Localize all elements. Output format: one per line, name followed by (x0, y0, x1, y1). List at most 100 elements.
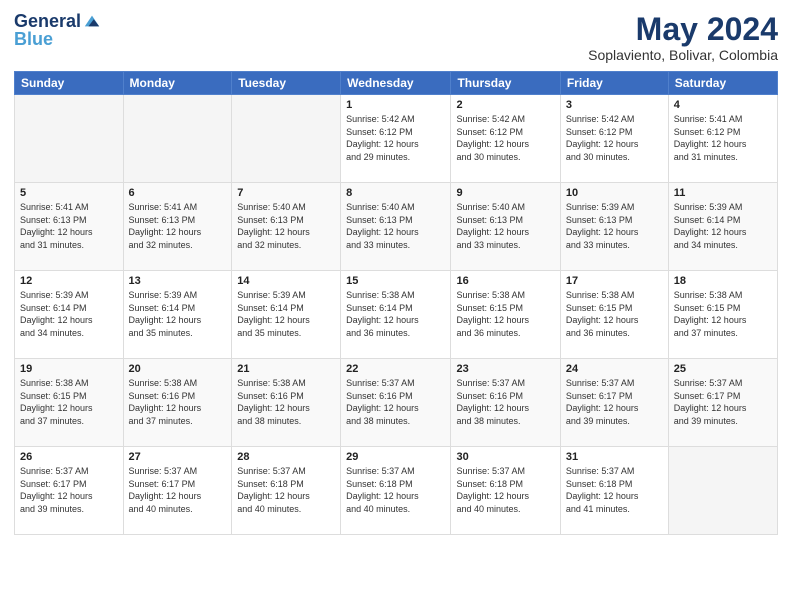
cell-w2-d2: 14 Sunrise: 5:39 AM Sunset: 6:14 PM Dayli… (232, 271, 341, 359)
day-num-2: 2 (456, 99, 554, 111)
calendar: Sunday Monday Tuesday Wednesday Thursday… (14, 71, 778, 535)
day-info-26: Sunrise: 5:37 AM Sunset: 6:17 PM Dayligh… (20, 465, 118, 515)
cell-w1-d6: 11 Sunrise: 5:39 AM Sunset: 6:14 PM Dayli… (668, 183, 777, 271)
day-info-8: Sunrise: 5:40 AM Sunset: 6:13 PM Dayligh… (346, 201, 445, 251)
day-num-1: 1 (346, 99, 445, 111)
day-info-4: Sunrise: 5:41 AM Sunset: 6:12 PM Dayligh… (674, 113, 772, 163)
cell-w4-d3: 29 Sunrise: 5:37 AM Sunset: 6:18 PM Dayli… (341, 447, 451, 535)
cell-w2-d3: 15Sunrise: 5:38 AM Sunset: 6:14 PM Dayli… (341, 271, 451, 359)
day-num-17: 17 (566, 275, 663, 287)
day-num-9: 9 (456, 187, 554, 199)
day-num-31: 31 (566, 451, 663, 463)
col-tuesday: Tuesday (232, 72, 341, 95)
cell-w2-d4: 16Sunrise: 5:38 AM Sunset: 6:15 PM Dayli… (451, 271, 560, 359)
main-title: May 2024 (588, 12, 778, 47)
day-info-17: Sunrise: 5:38 AM Sunset: 6:15 PM Dayligh… (566, 289, 663, 339)
day-info-15: Sunrise: 5:38 AM Sunset: 6:14 PM Dayligh… (346, 289, 445, 339)
day-num-19: 19 (20, 363, 118, 375)
title-block: May 2024 Soplaviento, Bolivar, Colombia (588, 12, 778, 63)
cell-w0-d1 (123, 95, 232, 183)
day-info-5: Sunrise: 5:41 AM Sunset: 6:13 PM Dayligh… (20, 201, 118, 251)
day-info-12: Sunrise: 5:39 AM Sunset: 6:14 PM Dayligh… (20, 289, 118, 339)
day-num-8: 8 (346, 187, 445, 199)
cell-w4-d0: 26 Sunrise: 5:37 AM Sunset: 6:17 PM Dayli… (15, 447, 124, 535)
day-info-20: Sunrise: 5:38 AM Sunset: 6:16 PM Dayligh… (129, 377, 227, 427)
day-num-30: 30 (456, 451, 554, 463)
calendar-header-row: Sunday Monday Tuesday Wednesday Thursday… (15, 72, 778, 95)
logo-text: General (14, 12, 81, 30)
subtitle: Soplaviento, Bolivar, Colombia (588, 47, 778, 63)
cell-w3-d0: 19 Sunrise: 5:38 AM Sunset: 6:15 PM Dayli… (15, 359, 124, 447)
day-info-6: Sunrise: 5:41 AM Sunset: 6:13 PM Dayligh… (129, 201, 227, 251)
col-friday: Friday (560, 72, 668, 95)
cell-w0-d4: 2 Sunrise: 5:42 AM Sunset: 6:12 PM Daylig… (451, 95, 560, 183)
day-info-25: Sunrise: 5:37 AM Sunset: 6:17 PM Dayligh… (674, 377, 772, 427)
cell-w0-d3: 1 Sunrise: 5:42 AM Sunset: 6:12 PM Daylig… (341, 95, 451, 183)
week-row-2: 12 Sunrise: 5:39 AM Sunset: 6:14 PM Dayli… (15, 271, 778, 359)
logo-icon (83, 12, 101, 30)
cell-w0-d6: 4Sunrise: 5:41 AM Sunset: 6:12 PM Daylig… (668, 95, 777, 183)
day-info-7: Sunrise: 5:40 AM Sunset: 6:13 PM Dayligh… (237, 201, 335, 251)
cell-w1-d5: 10Sunrise: 5:39 AM Sunset: 6:13 PM Dayli… (560, 183, 668, 271)
cell-w3-d2: 21 Sunrise: 5:38 AM Sunset: 6:16 PM Dayli… (232, 359, 341, 447)
day-num-26: 26 (20, 451, 118, 463)
day-num-6: 6 (129, 187, 227, 199)
week-row-3: 19 Sunrise: 5:38 AM Sunset: 6:15 PM Dayli… (15, 359, 778, 447)
week-row-1: 5Sunrise: 5:41 AM Sunset: 6:13 PM Daylig… (15, 183, 778, 271)
day-num-3: 3 (566, 99, 663, 111)
cell-w1-d1: 6 Sunrise: 5:41 AM Sunset: 6:13 PM Daylig… (123, 183, 232, 271)
header: General Blue May 2024 Soplaviento, Boliv… (14, 12, 778, 63)
cell-w3-d6: 25 Sunrise: 5:37 AM Sunset: 6:17 PM Dayli… (668, 359, 777, 447)
day-info-31: Sunrise: 5:37 AM Sunset: 6:18 PM Dayligh… (566, 465, 663, 515)
day-num-11: 11 (674, 187, 772, 199)
cell-w2-d0: 12 Sunrise: 5:39 AM Sunset: 6:14 PM Dayli… (15, 271, 124, 359)
day-num-20: 20 (129, 363, 227, 375)
cell-w2-d6: 18 Sunrise: 5:38 AM Sunset: 6:15 PM Dayli… (668, 271, 777, 359)
day-info-21: Sunrise: 5:38 AM Sunset: 6:16 PM Dayligh… (237, 377, 335, 427)
day-num-7: 7 (237, 187, 335, 199)
day-num-21: 21 (237, 363, 335, 375)
cell-w1-d0: 5Sunrise: 5:41 AM Sunset: 6:13 PM Daylig… (15, 183, 124, 271)
cell-w4-d2: 28 Sunrise: 5:37 AM Sunset: 6:18 PM Dayli… (232, 447, 341, 535)
day-num-27: 27 (129, 451, 227, 463)
cell-w4-d1: 27Sunrise: 5:37 AM Sunset: 6:17 PM Dayli… (123, 447, 232, 535)
cell-w1-d2: 7 Sunrise: 5:40 AM Sunset: 6:13 PM Daylig… (232, 183, 341, 271)
day-num-13: 13 (129, 275, 227, 287)
day-info-29: Sunrise: 5:37 AM Sunset: 6:18 PM Dayligh… (346, 465, 445, 515)
day-num-22: 22 (346, 363, 445, 375)
day-info-30: Sunrise: 5:37 AM Sunset: 6:18 PM Dayligh… (456, 465, 554, 515)
day-num-18: 18 (674, 275, 772, 287)
cell-w2-d5: 17 Sunrise: 5:38 AM Sunset: 6:15 PM Dayli… (560, 271, 668, 359)
day-num-14: 14 (237, 275, 335, 287)
day-num-25: 25 (674, 363, 772, 375)
day-num-28: 28 (237, 451, 335, 463)
cell-w3-d5: 24Sunrise: 5:37 AM Sunset: 6:17 PM Dayli… (560, 359, 668, 447)
col-thursday: Thursday (451, 72, 560, 95)
day-info-22: Sunrise: 5:37 AM Sunset: 6:16 PM Dayligh… (346, 377, 445, 427)
day-info-19: Sunrise: 5:38 AM Sunset: 6:15 PM Dayligh… (20, 377, 118, 427)
col-wednesday: Wednesday (341, 72, 451, 95)
day-info-18: Sunrise: 5:38 AM Sunset: 6:15 PM Dayligh… (674, 289, 772, 339)
day-info-13: Sunrise: 5:39 AM Sunset: 6:14 PM Dayligh… (129, 289, 227, 339)
day-info-9: Sunrise: 5:40 AM Sunset: 6:13 PM Dayligh… (456, 201, 554, 251)
day-info-14: Sunrise: 5:39 AM Sunset: 6:14 PM Dayligh… (237, 289, 335, 339)
day-num-16: 16 (456, 275, 554, 287)
cell-w0-d5: 3Sunrise: 5:42 AM Sunset: 6:12 PM Daylig… (560, 95, 668, 183)
cell-w0-d2 (232, 95, 341, 183)
day-num-12: 12 (20, 275, 118, 287)
day-info-11: Sunrise: 5:39 AM Sunset: 6:14 PM Dayligh… (674, 201, 772, 251)
cell-w4-d4: 30 Sunrise: 5:37 AM Sunset: 6:18 PM Dayli… (451, 447, 560, 535)
day-info-28: Sunrise: 5:37 AM Sunset: 6:18 PM Dayligh… (237, 465, 335, 515)
day-num-24: 24 (566, 363, 663, 375)
week-row-4: 26 Sunrise: 5:37 AM Sunset: 6:17 PM Dayli… (15, 447, 778, 535)
col-sunday: Sunday (15, 72, 124, 95)
day-info-2: Sunrise: 5:42 AM Sunset: 6:12 PM Dayligh… (456, 113, 554, 163)
col-monday: Monday (123, 72, 232, 95)
cell-w2-d1: 13 Sunrise: 5:39 AM Sunset: 6:14 PM Dayli… (123, 271, 232, 359)
cell-w3-d3: 22 Sunrise: 5:37 AM Sunset: 6:16 PM Dayli… (341, 359, 451, 447)
col-saturday: Saturday (668, 72, 777, 95)
day-info-1: Sunrise: 5:42 AM Sunset: 6:12 PM Dayligh… (346, 113, 445, 163)
day-num-29: 29 (346, 451, 445, 463)
cell-w3-d4: 23Sunrise: 5:37 AM Sunset: 6:16 PM Dayli… (451, 359, 560, 447)
week-row-0: 1 Sunrise: 5:42 AM Sunset: 6:12 PM Daylig… (15, 95, 778, 183)
